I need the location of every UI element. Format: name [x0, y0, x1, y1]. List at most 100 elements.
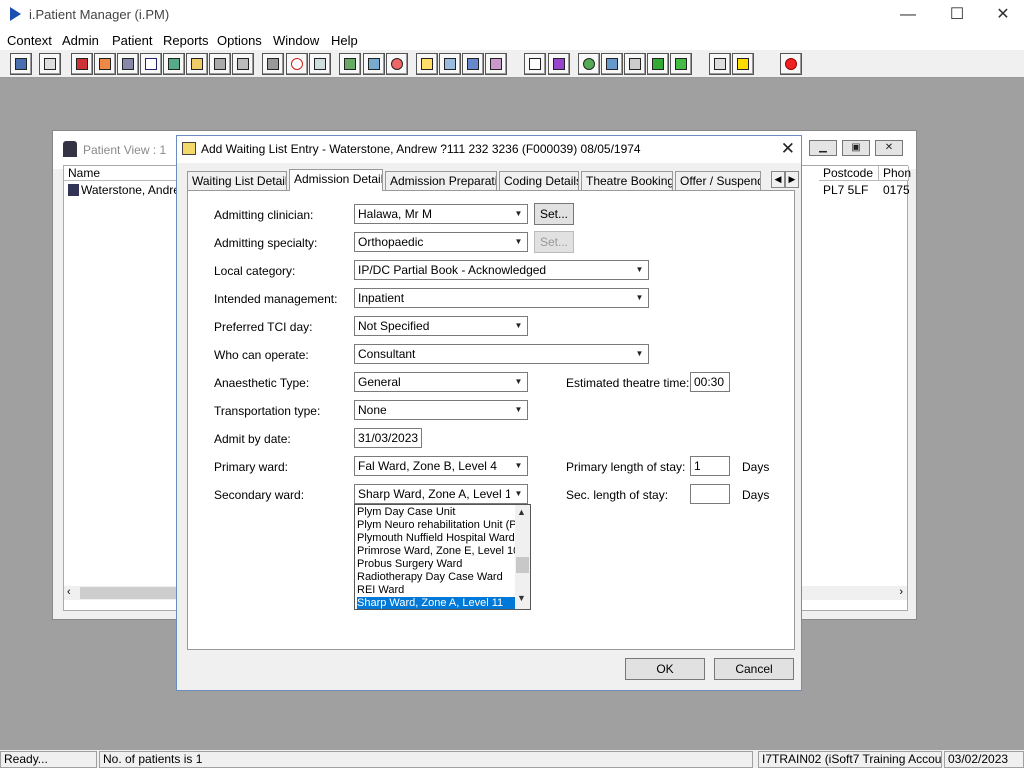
secondary-ward-dropdown[interactable]: Plym Day Case Unit Plym Neuro rehabilita…	[354, 504, 531, 610]
theatre-icon[interactable]	[485, 53, 507, 75]
bar-chart-icon[interactable]	[548, 53, 570, 75]
waiting-list-icon[interactable]	[416, 53, 438, 75]
download-icon[interactable]	[647, 53, 669, 75]
tab-scroll-left-icon[interactable]: ◀	[771, 171, 785, 188]
secondary-ward-select[interactable]: Sharp Ward, Zone A, Level 11 ▼	[354, 484, 528, 504]
set-clinician-button[interactable]: Set...	[534, 203, 574, 225]
tab-waiting-list-details[interactable]: Waiting List Details	[187, 171, 287, 191]
patient-row-phone[interactable]: 0175	[879, 182, 909, 198]
chevron-down-icon[interactable]: ▼	[631, 345, 648, 363]
set-specialty-button[interactable]: Set...	[534, 231, 574, 253]
printer-icon[interactable]	[39, 53, 61, 75]
chevron-down-icon[interactable]: ▼	[510, 233, 527, 251]
tab-offer-suspend[interactable]: Offer / Suspend	[675, 171, 761, 191]
check-list-icon[interactable]	[624, 53, 646, 75]
notes-icon[interactable]	[186, 53, 208, 75]
menu-patient[interactable]: Patient	[112, 33, 152, 48]
menu-options[interactable]: Options	[217, 33, 262, 48]
page-icon[interactable]	[524, 53, 546, 75]
red-book-icon[interactable]	[71, 53, 93, 75]
chevron-down-icon[interactable]: ▼	[510, 317, 527, 335]
chevron-down-icon[interactable]: ▼	[510, 457, 527, 475]
globe-icon[interactable]	[578, 53, 600, 75]
patient-row-name[interactable]: Waterstone, Andrew	[64, 182, 194, 198]
cancel-button[interactable]: Cancel	[714, 658, 794, 680]
patient-row-postcode[interactable]: PL7 5LF	[819, 182, 868, 198]
menu-help[interactable]: Help	[331, 33, 358, 48]
approve-icon[interactable]	[670, 53, 692, 75]
ward-option[interactable]: REI Ward	[357, 584, 515, 597]
exit-icon[interactable]	[780, 53, 802, 75]
column-header-name[interactable]: Name	[64, 166, 184, 181]
search-record-icon[interactable]	[262, 53, 284, 75]
tab-coding-details[interactable]: Coding Details	[499, 171, 579, 191]
edit-record-icon[interactable]	[94, 53, 116, 75]
chevron-down-icon[interactable]: ▼	[631, 261, 648, 279]
primary-length-of-stay-input[interactable]: 1	[690, 456, 730, 476]
scroll-up-icon[interactable]: ▲	[517, 507, 526, 517]
ward-option[interactable]: Plym Neuro rehabilitation Unit (Ply	[357, 519, 515, 532]
chevron-down-icon[interactable]: ▼	[510, 485, 527, 503]
pv-restore-button[interactable]: ▣	[842, 140, 870, 156]
dialog-close-icon[interactable]: ✕	[781, 139, 795, 159]
menu-reports[interactable]: Reports	[163, 33, 209, 48]
estimated-theatre-time-input[interactable]: 00:30	[690, 372, 730, 392]
report-icon[interactable]	[363, 53, 385, 75]
clinician-icon[interactable]	[163, 53, 185, 75]
tab-theatre-bookings[interactable]: Theatre Bookings	[581, 171, 673, 191]
pv-minimize-button[interactable]: ▁	[809, 140, 837, 156]
menu-admin[interactable]: Admin	[62, 33, 99, 48]
ward-option[interactable]: Plym Day Case Unit	[357, 506, 515, 519]
scroll-down-icon[interactable]: ▼	[517, 593, 526, 603]
ward-option[interactable]: Primrose Ward, Zone E, Level 10	[357, 545, 515, 558]
ward-option-selected[interactable]: Sharp Ward, Zone A, Level 11	[357, 597, 515, 609]
column-header-phone[interactable]: Phon	[879, 166, 911, 181]
referral-icon[interactable]	[601, 53, 623, 75]
letter-m-icon[interactable]	[140, 53, 162, 75]
menu-window[interactable]: Window	[273, 33, 319, 48]
column-header-postcode[interactable]: Postcode	[819, 166, 879, 181]
tab-scroll-right-icon[interactable]: ▶	[785, 171, 799, 188]
primary-ward-select[interactable]: Fal Ward, Zone B, Level 4 ▼	[354, 456, 528, 476]
swap-icon[interactable]	[709, 53, 731, 75]
transportation-type-select[interactable]: None ▼	[354, 400, 528, 420]
admitting-specialty-select[interactable]: Orthopaedic ▼	[354, 232, 528, 252]
admitting-clinician-select[interactable]: Halawa, Mr M ▼	[354, 204, 528, 224]
admit-by-date-input[interactable]: 31/03/2023	[354, 428, 422, 448]
chevron-down-icon[interactable]: ▼	[631, 289, 648, 307]
dropdown-scroll-thumb[interactable]	[516, 557, 529, 573]
monitor-icon[interactable]	[309, 53, 331, 75]
ward-option[interactable]: Plymouth Nuffield Hospital Ward	[357, 532, 515, 545]
list-icon[interactable]	[339, 53, 361, 75]
close-button[interactable]: ✕	[980, 0, 1024, 30]
ward-option[interactable]: Probus Surgery Ward	[357, 558, 515, 571]
tab-admission-preparation[interactable]: Admission Preparation	[385, 171, 497, 191]
local-category-select[interactable]: IP/DC Partial Book - Acknowledged ▼	[354, 260, 649, 280]
maximize-button[interactable]: ☐	[934, 0, 980, 30]
dropdown-scrollbar[interactable]: ▲ ▼	[515, 505, 530, 609]
ambulance-icon[interactable]	[462, 53, 484, 75]
minimize-button[interactable]: —	[885, 0, 931, 30]
scroll-right-icon[interactable]: ›	[899, 586, 903, 598]
warning-icon[interactable]	[732, 53, 754, 75]
document-icon[interactable]	[117, 53, 139, 75]
who-can-operate-select[interactable]: Consultant ▼	[354, 344, 649, 364]
chevron-down-icon[interactable]: ▼	[510, 205, 527, 223]
sec-length-of-stay-input[interactable]	[690, 484, 730, 504]
tab-admission-details[interactable]: Admission Details	[289, 169, 383, 191]
clock-icon[interactable]	[286, 53, 308, 75]
anaesthetic-type-select[interactable]: General ▼	[354, 372, 528, 392]
chevron-down-icon[interactable]: ▼	[510, 373, 527, 391]
scroll-thumb[interactable]	[80, 587, 180, 599]
intended-management-select[interactable]: Inpatient ▼	[354, 288, 649, 308]
ward-option[interactable]: Radiotherapy Day Case Ward	[357, 571, 515, 584]
bed-icon[interactable]	[209, 53, 231, 75]
pv-close-button[interactable]: ✕	[875, 140, 903, 156]
menu-context[interactable]: Context	[7, 33, 52, 48]
preferred-tci-day-select[interactable]: Not Specified ▼	[354, 316, 528, 336]
patient-icon[interactable]	[10, 53, 32, 75]
transfer-icon[interactable]	[232, 53, 254, 75]
scroll-left-icon[interactable]: ‹	[67, 586, 71, 598]
ok-button[interactable]: OK	[625, 658, 705, 680]
chevron-down-icon[interactable]: ▼	[510, 401, 527, 419]
